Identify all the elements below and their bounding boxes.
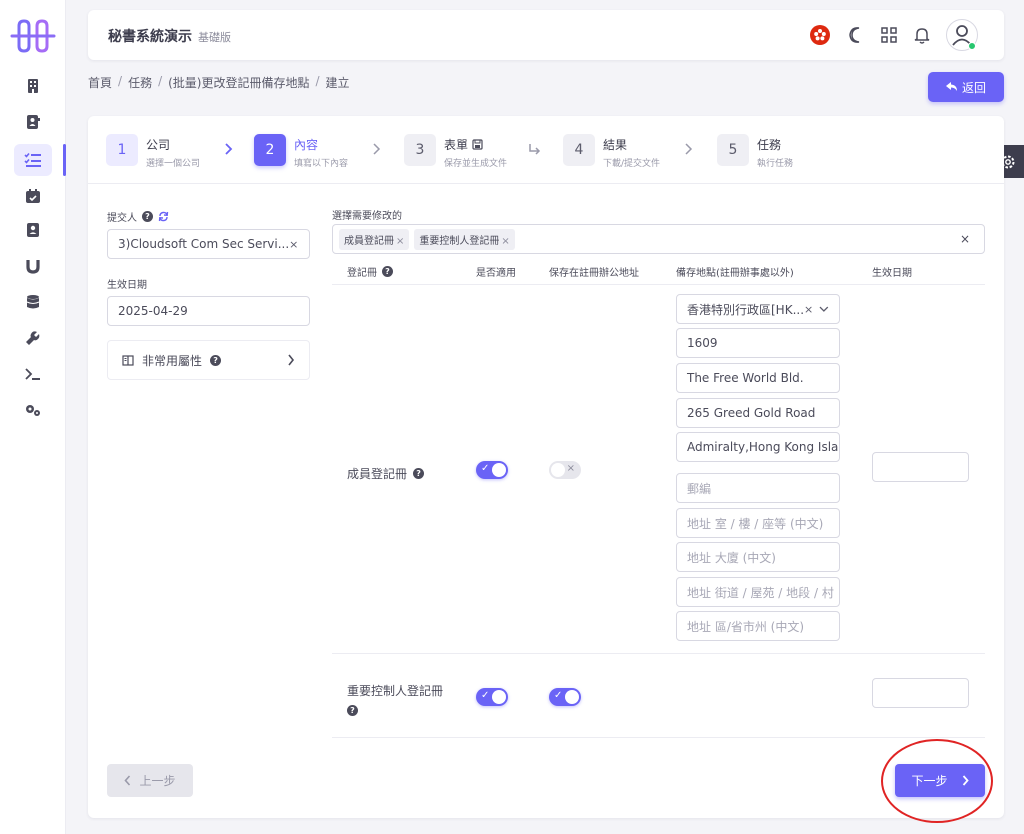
address-street-input[interactable]: 265 Greed Gold Road: [676, 398, 840, 428]
address-room-input[interactable]: 1609: [676, 328, 840, 358]
online-status-dot: [968, 42, 976, 50]
members-effective-date-input[interactable]: [872, 452, 969, 482]
uncommon-attributes-toggle[interactable]: 非常用屬性 ?: [107, 340, 310, 380]
tag-members-register: 成員登記冊 ×: [339, 228, 410, 250]
book-open-icon: [122, 354, 134, 366]
stepper: 1 公司 選擇一個公司 2 內容 填寫以下內容 3 表單 保存並生成文件 4 結果下…: [88, 116, 1004, 184]
chevron-right-icon: [288, 354, 295, 366]
corner-down-right-icon: [529, 144, 541, 155]
chevron-right-icon: [685, 143, 693, 155]
address-district-input[interactable]: Admiralty,Hong Kong Islan: [676, 432, 840, 462]
wrench-icon[interactable]: [14, 322, 52, 354]
region-select[interactable]: 香港特別行政區[HK... ×: [676, 294, 840, 324]
effective-date-input[interactable]: 2025-04-29: [107, 296, 310, 326]
help-icon[interactable]: ?: [142, 211, 153, 222]
chevron-right-icon: [373, 143, 381, 155]
effective-date-label: 生效日期: [107, 280, 147, 291]
annotation-circle: [881, 739, 993, 823]
col-effective-date: 生效日期: [872, 268, 912, 279]
building-icon[interactable]: [14, 70, 52, 102]
controller-office-toggle[interactable]: ✓: [549, 688, 581, 706]
magnet-icon[interactable]: [14, 250, 52, 282]
row-divider: [332, 653, 985, 654]
clear-icon[interactable]: ×: [289, 238, 304, 251]
col-at-office: 保存在註冊辦公地址: [549, 268, 639, 279]
help-icon[interactable]: ?: [210, 354, 222, 366]
app-title: 秘書系統演示 基礎版: [108, 29, 231, 45]
chevron-right-icon: [225, 143, 233, 155]
breadcrumb-task-type[interactable]: (批量)更改登記冊備存地點: [168, 74, 309, 91]
breadcrumb-home[interactable]: 首頁: [88, 74, 112, 91]
clear-icon[interactable]: ×: [804, 303, 819, 316]
hk-flag-icon[interactable]: [808, 23, 832, 47]
address-district-cn-input[interactable]: 地址 區/省市州 (中文): [676, 611, 840, 641]
database-icon[interactable]: [14, 286, 52, 318]
contact-card-icon[interactable]: [14, 106, 52, 138]
controller-applicable-toggle[interactable]: ✓: [476, 688, 508, 706]
address-book-icon[interactable]: [14, 214, 52, 246]
members-office-toggle[interactable]: ×: [549, 461, 581, 479]
controller-effective-date-input[interactable]: [872, 678, 969, 708]
tag-controller-register: 重要控制人登記冊 ×: [414, 228, 515, 250]
gears-icon[interactable]: [14, 394, 52, 426]
apps-grid-icon[interactable]: [877, 23, 901, 47]
app-logo[interactable]: [10, 18, 56, 54]
terminal-icon[interactable]: [14, 358, 52, 390]
step-result[interactable]: 4 結果 下載/提交文件: [563, 134, 660, 169]
bell-icon[interactable]: [910, 23, 934, 47]
sidebar: [0, 0, 66, 834]
row-divider: [332, 737, 985, 738]
select-registers-label: 選擇需要修改的: [332, 211, 402, 222]
chevron-left-icon: [124, 775, 131, 786]
app-edition: 基礎版: [198, 31, 231, 44]
step-content[interactable]: 2 內容 填寫以下內容: [254, 134, 348, 169]
help-icon[interactable]: ?: [347, 705, 358, 716]
registers-multiselect[interactable]: 成員登記冊 × 重要控制人登記冊 × ×: [332, 224, 985, 254]
members-applicable-toggle[interactable]: ✓: [476, 461, 508, 479]
breadcrumb-current: 建立: [325, 76, 350, 90]
calendar-check-icon[interactable]: [14, 180, 52, 212]
step-company[interactable]: 1 公司 選擇一個公司: [106, 134, 200, 169]
col-applicable: 是否適用: [476, 268, 516, 279]
remove-tag-icon[interactable]: ×: [501, 236, 509, 247]
back-button[interactable]: 返回: [928, 72, 1004, 102]
submitter-label: 提交人 ?: [107, 209, 169, 224]
refresh-icon[interactable]: [158, 211, 169, 222]
table-divider: [332, 284, 985, 285]
top-header: 秘書系統演示 基礎版: [88, 10, 1004, 60]
row-members-register-label: 成員登記冊?: [347, 465, 425, 482]
save-icon: [472, 139, 483, 150]
step-form[interactable]: 3 表單 保存並生成文件: [404, 134, 507, 169]
breadcrumb: 首頁 / 任務 / (批量)更改登記冊備存地點 / 建立: [88, 74, 350, 91]
address-building-cn-input[interactable]: 地址 大廈 (中文): [676, 542, 840, 572]
chevron-down-icon: [819, 306, 829, 312]
task-list-icon[interactable]: [14, 144, 52, 176]
address-room-cn-input[interactable]: 地址 室 / 樓 / 座等 (中文): [676, 508, 840, 538]
reply-arrow-icon: [945, 82, 957, 91]
step-task[interactable]: 5 任務 執行任務: [717, 134, 793, 169]
postcode-input[interactable]: 郵編: [676, 473, 840, 503]
previous-step-button[interactable]: 上一步: [107, 764, 193, 797]
help-icon[interactable]: ?: [413, 468, 425, 479]
submitter-select[interactable]: 3)Cloudsoft Com Sec Servi... ×: [107, 229, 310, 259]
task-card: 1 公司 選擇一個公司 2 內容 填寫以下內容 3 表單 保存並生成文件 4 結果下…: [88, 116, 1004, 818]
help-icon[interactable]: ?: [382, 266, 393, 277]
remove-tag-icon[interactable]: ×: [396, 236, 404, 247]
row-controller-register-label: 重要控制人登記冊?: [347, 684, 444, 716]
breadcrumb-tasks[interactable]: 任務: [128, 74, 152, 91]
active-indicator: [63, 144, 66, 176]
address-building-input[interactable]: The Free World Bld.: [676, 363, 840, 393]
col-location: 備存地點(註冊辦事處以外): [676, 268, 794, 279]
address-street-cn-input[interactable]: 地址 街道 / 屋苑 / 地段 / 村: [676, 577, 840, 607]
moon-icon[interactable]: [844, 23, 868, 47]
clear-all-icon[interactable]: ×: [960, 232, 970, 246]
col-register: 登記冊?: [347, 264, 393, 279]
